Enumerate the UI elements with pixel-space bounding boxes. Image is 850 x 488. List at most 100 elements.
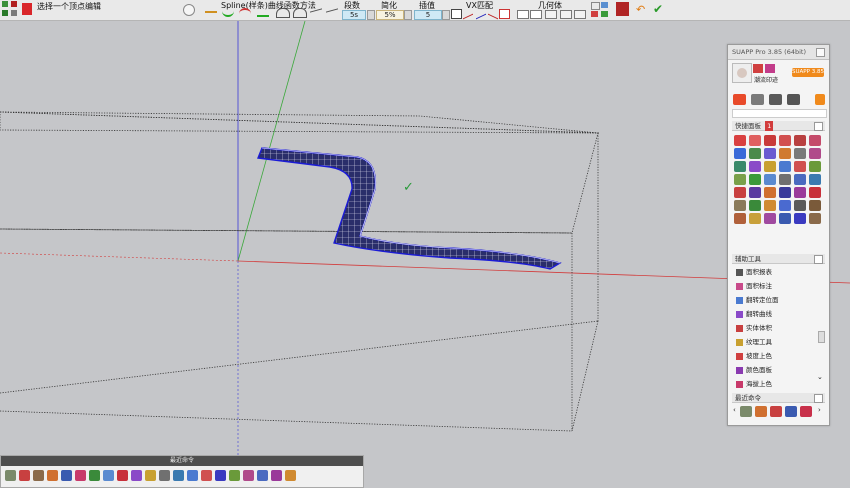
recent-tool-icon[interactable] [103,470,114,481]
tool-icon[interactable] [764,213,776,224]
recent-tool-icon[interactable] [229,470,240,481]
tool-icon[interactable] [794,148,806,159]
aux-tools-header[interactable]: 辅助工具 [732,254,825,264]
move-tool-icon[interactable] [2,10,8,16]
tool-icon[interactable] [779,174,791,185]
recent-tool-icon[interactable] [740,406,752,417]
tool-icon[interactable] [734,200,746,211]
recent-commands-header[interactable]: 最近命令 [732,393,825,403]
aux-tool-item[interactable]: 翻转曲线 [736,308,772,321]
recent-tool-icon[interactable] [755,406,767,417]
aux-tool-item[interactable]: 实体体积 [736,322,772,335]
tool-icon[interactable] [809,187,821,198]
tool-icon[interactable] [734,174,746,185]
geo-box-icon[interactable] [530,10,542,19]
user-icon[interactable] [753,64,763,73]
vx-box-icon[interactable] [499,9,510,19]
simplify-spinner-icon[interactable] [404,10,412,20]
tool-icon[interactable] [749,174,761,185]
tool-icon[interactable] [764,187,776,198]
tool-icon[interactable] [809,174,821,185]
tool-icon[interactable] [734,161,746,172]
scale-tool-icon[interactable] [11,10,17,16]
tool-icon[interactable] [779,148,791,159]
tool-icon[interactable] [734,135,746,146]
spline-straight-icon[interactable] [257,9,269,17]
spline-line-icon[interactable] [205,11,217,13]
tool-icon[interactable] [749,161,761,172]
recent-tool-icon[interactable] [173,470,184,481]
recent-tool-icon[interactable] [187,470,198,481]
recent-tool-icon[interactable] [271,470,282,481]
aux-tool-item[interactable]: 海拔上色 [736,378,772,391]
collapse-icon[interactable] [814,122,823,131]
tool-icon[interactable] [749,213,761,224]
recent-tool-icon[interactable] [159,470,170,481]
recent-tool-icon[interactable] [243,470,254,481]
info-small-icon[interactable] [601,2,608,8]
tool-icon[interactable] [734,187,746,198]
tool-icon[interactable] [779,187,791,198]
chevron-left-icon[interactable]: ‹ [733,406,736,414]
interp-input[interactable]: 5 [414,10,442,20]
export-box-icon[interactable] [616,2,629,16]
recent-tool-icon[interactable] [19,470,30,481]
vx-equal-icon[interactable] [451,9,462,19]
geo-plane-icon[interactable] [517,10,529,19]
spline-fit-icon[interactable] [326,8,338,16]
tool-icon[interactable] [764,161,776,172]
geo-cylinder-icon[interactable] [545,10,557,19]
vertex-edit-icon[interactable] [22,3,32,15]
select-tool-icon[interactable] [2,1,8,7]
aux-tool-item[interactable]: 面积标注 [736,280,772,293]
vertex-tool-icon[interactable] [11,1,17,7]
recent-tool-icon[interactable] [131,470,142,481]
tool-icon[interactable] [764,174,776,185]
spline-nurbs-icon[interactable] [293,8,307,18]
tool-icon[interactable] [794,200,806,211]
tool-icon[interactable] [794,135,806,146]
spline-bezier-icon[interactable] [276,8,290,18]
tool-icon[interactable] [809,161,821,172]
segments-spinner-icon[interactable] [367,10,375,20]
geo-sphere-icon[interactable] [560,10,572,19]
suapp-version-badge[interactable]: SUAPP 3.85 [792,68,824,77]
list-icon[interactable] [751,94,764,105]
aux-tool-item[interactable]: 纹理工具 [736,336,772,349]
refresh-small-icon[interactable] [601,11,608,17]
tool-icon[interactable] [809,200,821,211]
tool-icon[interactable] [809,148,821,159]
tool-icon[interactable] [779,213,791,224]
menu-icon[interactable] [815,94,825,105]
recent-tool-icon[interactable] [75,470,86,481]
tool-icon[interactable] [764,135,776,146]
geo-cone-icon[interactable] [574,10,586,19]
recent-tool-icon[interactable] [89,470,100,481]
tool-icon[interactable] [794,174,806,185]
paint-icon[interactable] [769,94,782,105]
home-icon[interactable] [733,94,746,105]
tool-icon[interactable] [794,213,806,224]
tool-icon[interactable] [809,135,821,146]
aux-tool-item[interactable]: 颜色面板 [736,364,772,377]
close-small-icon[interactable] [591,2,600,10]
tool-icon[interactable] [734,213,746,224]
scrollbar-thumb[interactable] [818,331,825,343]
circle-tool-icon[interactable] [183,4,195,16]
collapse-icon[interactable] [814,255,823,264]
tool-icon[interactable] [809,213,821,224]
chevron-down-icon[interactable]: ⌄ [817,373,823,381]
tool-icon[interactable] [779,161,791,172]
tool-icon[interactable] [749,148,761,159]
tool-icon[interactable] [794,161,806,172]
tool-icon[interactable] [734,148,746,159]
aux-tool-item[interactable]: 坡度上色 [736,350,772,363]
recent-tool-icon[interactable] [285,470,296,481]
recent-tool-icon[interactable] [785,406,797,417]
simplify-input[interactable]: 5% [376,10,404,20]
collapse-icon[interactable] [814,394,823,403]
segments-input[interactable]: 5s [342,10,366,20]
chevron-right-icon[interactable]: › [818,406,821,414]
spline-arc-icon[interactable] [239,8,251,16]
tool-icon[interactable] [749,135,761,146]
